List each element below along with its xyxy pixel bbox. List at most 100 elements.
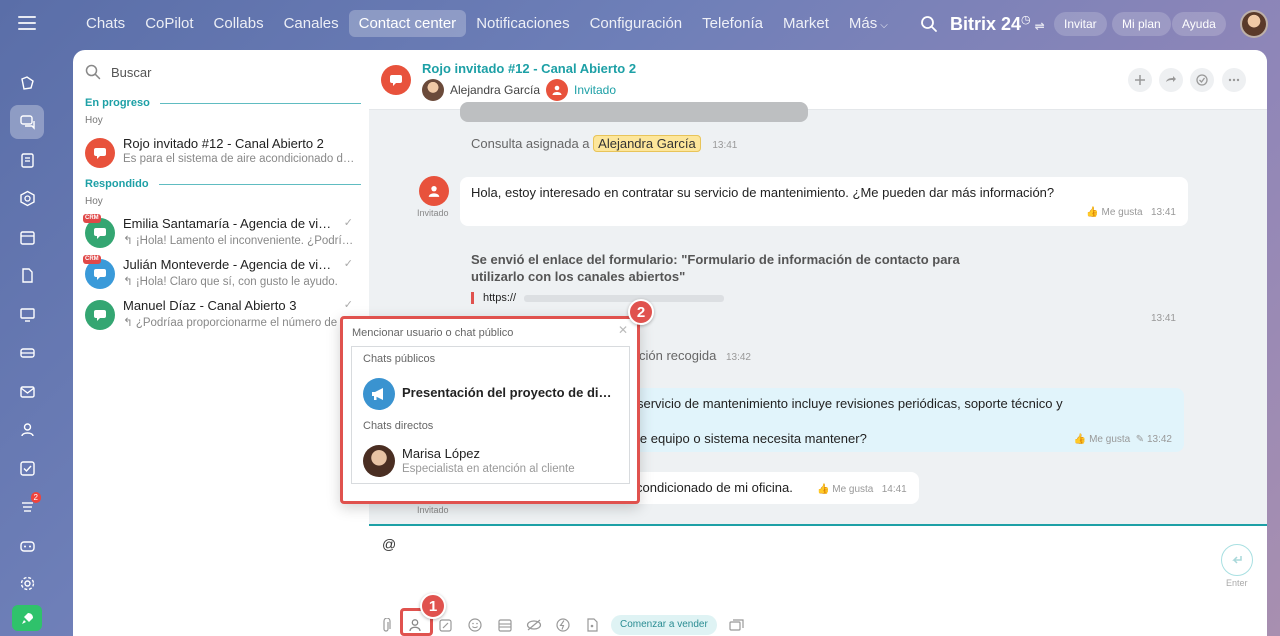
- message-composer[interactable]: @ Enter Comenzar a vender: [369, 524, 1267, 636]
- message-bubble-outgoing[interactable]: servicio de mantenimiento incluye revisi…: [619, 388, 1184, 452]
- callout-badge: 1: [420, 593, 446, 619]
- emoji-icon[interactable]: [466, 616, 484, 634]
- search-icon[interactable]: [920, 15, 938, 33]
- document-icon[interactable]: [583, 616, 601, 634]
- my-plan-button[interactable]: Mi plan: [1112, 12, 1171, 36]
- help-button[interactable]: Ayuda: [1172, 12, 1226, 36]
- sites-icon[interactable]: [10, 297, 44, 331]
- nav-configuracion[interactable]: Configuración: [580, 10, 693, 37]
- template-icon[interactable]: [496, 616, 514, 634]
- bot-icon[interactable]: [10, 528, 44, 562]
- section-title: Respondido: [85, 178, 149, 190]
- mention-item-user[interactable]: Marisa López Especialista en atención al…: [352, 439, 629, 481]
- nav-more-label: Más: [848, 15, 878, 32]
- forward-icon[interactable]: [1159, 68, 1183, 92]
- guest-avatar[interactable]: [419, 176, 449, 206]
- message-meta: 👍 Me gusta ✎ 13:42: [1074, 434, 1172, 445]
- add-icon[interactable]: [1128, 68, 1152, 92]
- chat-icon[interactable]: [10, 104, 44, 139]
- list-item[interactable]: CRM Julián Monteverde - Agencia de viaje…: [73, 255, 369, 295]
- mention-popup: Mencionar usuario o chat público ✕ Chats…: [340, 316, 640, 504]
- brand-logo: Bitrix 24◷ ⇌: [950, 13, 1045, 35]
- mention-tag[interactable]: Alejandra García: [593, 135, 701, 152]
- switch-icon[interactable]: ⇌: [1035, 19, 1045, 33]
- nav-more[interactable]: Más ⌵: [839, 10, 898, 37]
- checklist-icon[interactable]: [10, 451, 44, 485]
- system-message: Consulta asignada a Alejandra García 13:…: [471, 135, 737, 152]
- previous-message: [460, 102, 808, 122]
- search-placeholder: Buscar: [111, 64, 152, 80]
- nav-canales[interactable]: Canales: [274, 10, 349, 37]
- menu-icon[interactable]: [18, 16, 36, 30]
- search-input[interactable]: Buscar: [85, 64, 151, 80]
- mail-icon[interactable]: [10, 374, 44, 408]
- clock-icon: ◷: [1021, 14, 1031, 26]
- section-title: En progreso: [85, 97, 150, 109]
- store-icon[interactable]: [10, 336, 44, 370]
- member-name: Invitado: [574, 83, 617, 97]
- mention-item-public-chat[interactable]: Presentación del proyecto de diseño: [352, 372, 629, 414]
- close-icon[interactable]: ✕: [618, 323, 628, 337]
- chat-preview: ↰ ¡Hola! Claro que sí, con gusto le ayud…: [123, 274, 358, 288]
- nav-chats[interactable]: Chats: [76, 10, 135, 37]
- like-label[interactable]: Me gusta: [832, 484, 873, 495]
- list-item[interactable]: Manuel Díaz - Canal Abierto 3 ↰ ¿Podríaa…: [73, 296, 369, 336]
- start-selling-button[interactable]: Comenzar a vender: [611, 615, 717, 635]
- quote-icon[interactable]: [436, 616, 454, 634]
- nav-telefonia[interactable]: Telefonía: [692, 10, 773, 37]
- crm-icon[interactable]: [10, 182, 44, 216]
- tasks-icon[interactable]: [10, 143, 44, 177]
- nav-copilot[interactable]: CoPilot: [135, 10, 203, 37]
- lightning-icon[interactable]: [554, 616, 572, 634]
- list-item[interactable]: Rojo invitado #12 - Canal Abierto 2 Es p…: [73, 134, 369, 174]
- chat-preview-text: ¡Hola! Claro que sí, con gusto le ayudo.: [135, 276, 338, 288]
- nav-market[interactable]: Market: [773, 10, 839, 37]
- rocket-icon[interactable]: [12, 605, 42, 631]
- message-bubble[interactable]: Hola, estoy interesado en contratar su s…: [460, 177, 1188, 226]
- form-link[interactable]: https://: [471, 292, 725, 304]
- window-icon[interactable]: [727, 616, 745, 634]
- feed-icon[interactable]: [10, 66, 44, 100]
- documents-icon[interactable]: [10, 259, 44, 293]
- chevron-down-icon: ⌵: [880, 20, 888, 31]
- like-icon[interactable]: 👍: [1086, 207, 1098, 218]
- employees-icon[interactable]: [10, 413, 44, 447]
- avatar: [422, 79, 444, 101]
- like-icon[interactable]: 👍: [1074, 434, 1086, 445]
- nav-contact-center[interactable]: Contact center: [348, 10, 467, 37]
- crm-badge: CRM: [83, 214, 101, 223]
- message-time: 14:41: [881, 484, 907, 495]
- message-bubble[interactable]: condicionado de mi oficina. 👍 Me gusta 1…: [619, 472, 919, 504]
- message-input[interactable]: @: [382, 536, 396, 552]
- settings-icon[interactable]: [10, 567, 44, 601]
- more-icon[interactable]: [1222, 68, 1246, 92]
- section-header: En progreso: [85, 97, 361, 109]
- message-time: 13:41: [1150, 207, 1176, 218]
- calendar-icon[interactable]: [10, 220, 44, 254]
- mention-name: Marisa López: [402, 446, 481, 461]
- like-label[interactable]: Me gusta: [1101, 207, 1142, 218]
- invite-button[interactable]: Invitar: [1054, 12, 1107, 36]
- sender-label: Invitado: [417, 208, 449, 218]
- divider: [159, 102, 361, 104]
- list-item[interactable]: CRM Emilia Santamaría - Agencia de viaje…: [73, 214, 369, 254]
- automation-icon[interactable]: 2: [10, 490, 44, 524]
- nav-notificaciones[interactable]: Notificaciones: [466, 10, 579, 37]
- nav-collabs[interactable]: Collabs: [204, 10, 274, 37]
- member-operator[interactable]: Alejandra García: [422, 79, 540, 101]
- user-avatar[interactable]: [1240, 10, 1268, 38]
- member-guest[interactable]: Invitado: [546, 79, 616, 101]
- like-icon[interactable]: 👍: [817, 484, 829, 495]
- group-label: Chats públicos: [363, 353, 436, 365]
- edit-icon: ✎: [1135, 434, 1145, 445]
- message-text: condicionado de mi oficina.: [636, 480, 793, 495]
- hide-icon[interactable]: [525, 616, 543, 634]
- attach-icon[interactable]: [377, 616, 395, 634]
- divider: [158, 183, 361, 185]
- chat-preview-text: ¡Hola! Lamento el inconveniente. ¿Podría…: [135, 235, 358, 247]
- like-label[interactable]: Me gusta: [1089, 434, 1130, 445]
- chat-title[interactable]: Rojo invitado #12 - Canal Abierto 2: [422, 61, 636, 76]
- check-circle-icon[interactable]: [1190, 68, 1214, 92]
- send-button[interactable]: [1221, 544, 1253, 576]
- chat-title: Rojo invitado #12 - Canal Abierto 2: [123, 136, 324, 151]
